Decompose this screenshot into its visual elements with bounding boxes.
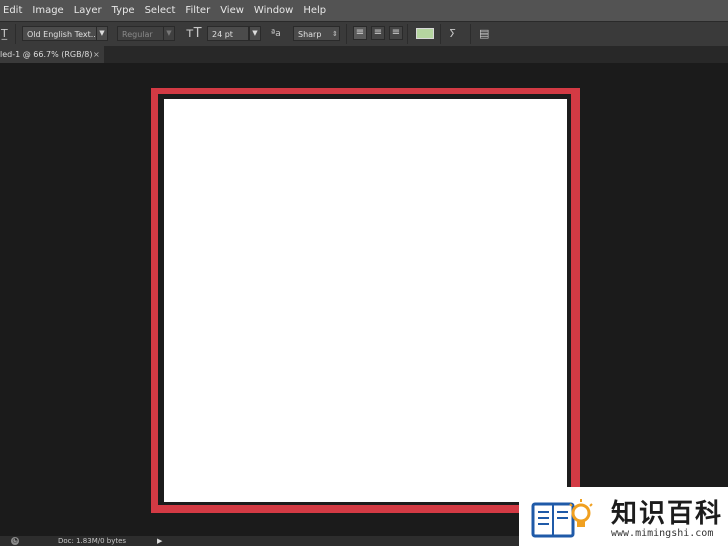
- book-lightbulb-logo-icon: [531, 499, 593, 538]
- divider: [440, 24, 441, 44]
- font-family-dropdown-button[interactable]: ▼: [96, 26, 108, 41]
- character-panel-icon[interactable]: ▤: [479, 26, 489, 42]
- stepper-arrows-icon[interactable]: ⇕: [332, 26, 338, 42]
- font-style-select[interactable]: Regular: [117, 26, 164, 41]
- divider: [15, 24, 16, 44]
- options-bar: T̲ Old English Text... ▼ Regular ▼ ᴛT 24…: [0, 21, 728, 47]
- font-size-select[interactable]: 24 pt: [207, 26, 249, 41]
- menu-filter[interactable]: Filter: [180, 0, 215, 21]
- menu-layer[interactable]: Layer: [69, 0, 107, 21]
- align-center-button[interactable]: ≡: [371, 26, 385, 40]
- divider: [407, 24, 408, 44]
- menu-window[interactable]: Window: [249, 0, 298, 21]
- font-style-dropdown-button[interactable]: ▼: [163, 26, 175, 41]
- watermark: 知识百科 www.mimingshi.com: [519, 487, 728, 546]
- divider: [346, 24, 347, 44]
- align-left-button[interactable]: ≡: [353, 26, 367, 40]
- zoom-icon[interactable]: ◔: [11, 537, 19, 545]
- document-tab-bar: led-1 @ 66.7% (RGB/8) ×: [0, 46, 728, 63]
- text-orientation-icon[interactable]: T̲: [1, 26, 8, 42]
- font-size-dropdown-button[interactable]: ▼: [249, 26, 261, 41]
- warp-text-icon[interactable]: ⵢ: [449, 26, 456, 42]
- document-tab-title: led-1 @ 66.7% (RGB/8): [0, 50, 93, 59]
- close-icon[interactable]: ×: [93, 46, 100, 63]
- canvas-highlight-frame: [151, 88, 580, 513]
- menu-image[interactable]: Image: [27, 0, 68, 21]
- menu-type[interactable]: Type: [107, 0, 140, 21]
- align-right-button[interactable]: ≡: [389, 26, 403, 40]
- status-menu-arrow-icon[interactable]: ▶: [157, 536, 162, 546]
- antialias-icon: ªa: [271, 29, 281, 39]
- watermark-url: www.mimingshi.com: [611, 528, 714, 539]
- menu-view[interactable]: View: [215, 0, 249, 21]
- font-family-select[interactable]: Old English Text...: [22, 26, 97, 41]
- menu-help[interactable]: Help: [298, 0, 331, 21]
- menu-bar: Edit Image Layer Type Select Filter View…: [0, 0, 728, 21]
- menu-edit[interactable]: Edit: [0, 0, 27, 21]
- menu-select[interactable]: Select: [140, 0, 181, 21]
- document-tab[interactable]: led-1 @ 66.7% (RGB/8) ×: [0, 46, 104, 63]
- canvas-document[interactable]: [164, 99, 567, 502]
- font-size-icon: ᴛT: [186, 26, 202, 41]
- document-info: Doc: 1.83M/0 bytes: [58, 537, 127, 545]
- watermark-title: 知识百科: [611, 499, 724, 529]
- text-color-swatch[interactable]: [416, 28, 434, 39]
- divider: [470, 24, 471, 44]
